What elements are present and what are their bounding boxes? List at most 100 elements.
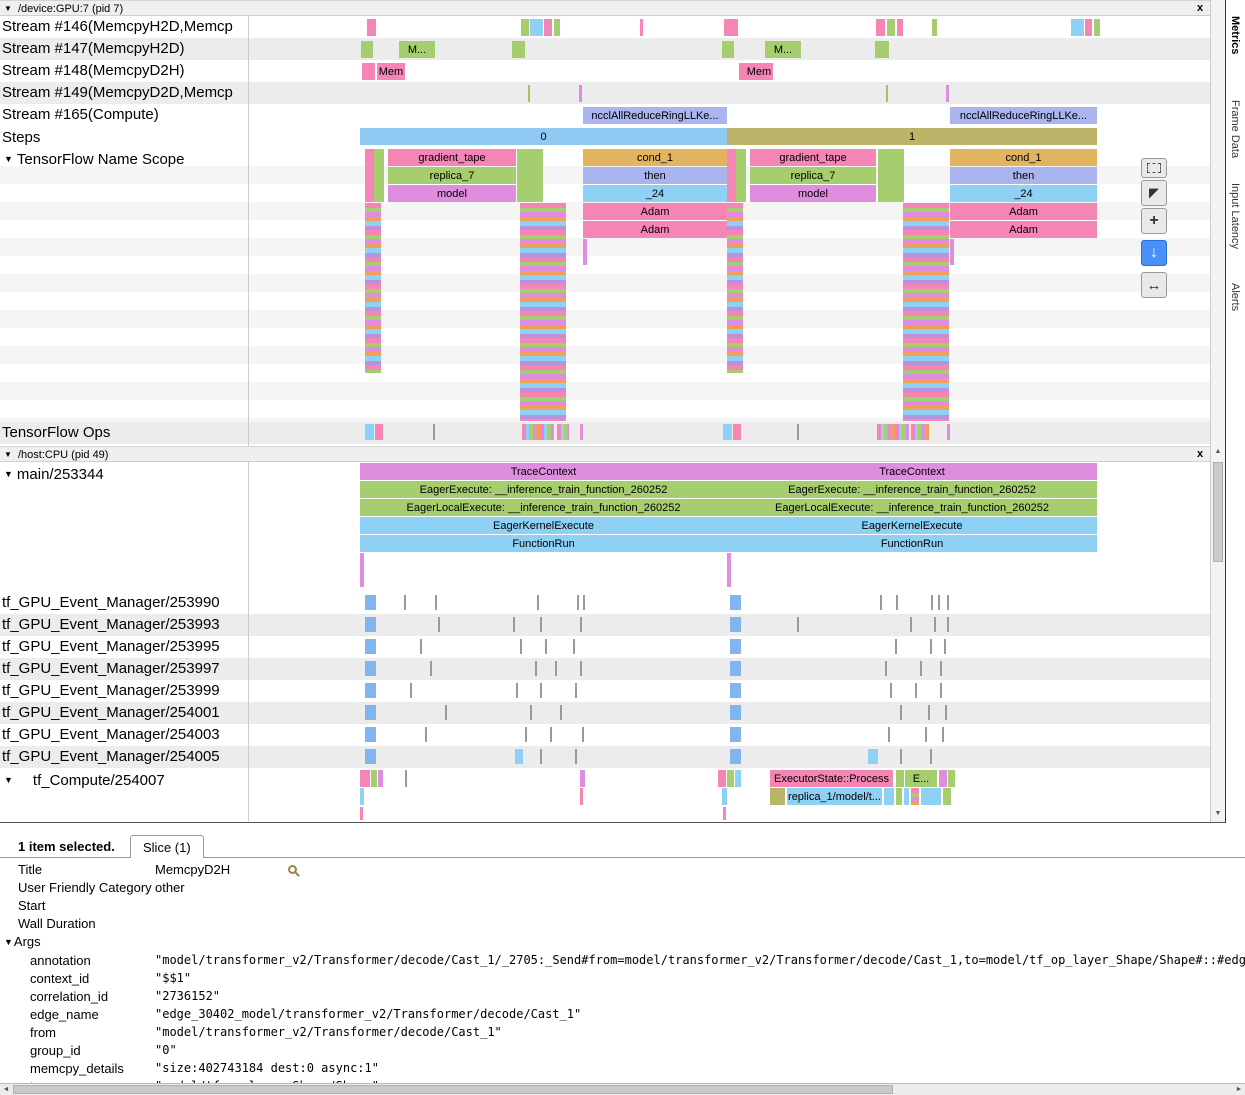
slice[interactable] xyxy=(735,770,741,787)
slice[interactable] xyxy=(885,661,887,676)
slice[interactable] xyxy=(573,639,575,654)
slice[interactable] xyxy=(770,788,785,805)
slice-1[interactable]: 1 xyxy=(727,128,1097,145)
slice[interactable] xyxy=(517,149,543,202)
slice[interactable] xyxy=(730,595,741,610)
slice-adam[interactable]: Adam xyxy=(950,221,1097,238)
slice-eagerlocalexecute-inference-train-function-260252[interactable]: EagerLocalExecute: __inference_train_fun… xyxy=(727,499,1097,516)
slice[interactable] xyxy=(890,683,892,698)
slice-eagerkernelexecute[interactable]: EagerKernelExecute xyxy=(727,517,1097,534)
slice[interactable] xyxy=(730,661,741,676)
scroll-left-icon[interactable]: ◄ xyxy=(0,1084,12,1095)
slice[interactable] xyxy=(580,770,585,787)
host-section-header[interactable]: ▼ /host:CPU (pid 49) x xyxy=(0,446,1210,462)
slice[interactable] xyxy=(365,661,376,676)
slice[interactable] xyxy=(535,661,537,676)
slice[interactable] xyxy=(360,807,363,820)
slice[interactable] xyxy=(530,19,543,36)
slice[interactable] xyxy=(512,41,525,58)
slice[interactable] xyxy=(736,149,746,202)
slice[interactable] xyxy=(947,424,950,440)
slice[interactable] xyxy=(915,683,917,698)
slice[interactable] xyxy=(880,595,882,610)
slice[interactable] xyxy=(921,788,941,805)
group-tensorflow-name-scope[interactable]: ▼TensorFlow Name Scope xyxy=(4,151,185,168)
slice[interactable] xyxy=(521,19,529,36)
slice[interactable] xyxy=(557,424,569,440)
slice[interactable] xyxy=(513,617,515,632)
collapse-icon[interactable]: ▼ xyxy=(4,4,12,13)
slice[interactable] xyxy=(730,705,741,720)
collapse-icon[interactable]: ▼ xyxy=(4,937,13,947)
slice-functionrun[interactable]: FunctionRun xyxy=(360,535,727,552)
timeline-canvas[interactable]: M...M...MemMemncclAllReduceRingLLKe...nc… xyxy=(0,0,1210,823)
slice[interactable] xyxy=(900,705,902,720)
slice[interactable] xyxy=(944,639,946,654)
slice[interactable] xyxy=(365,727,376,742)
slice-eagerlocalexecute-inference-train-function-260252[interactable]: EagerLocalExecute: __inference_train_fun… xyxy=(360,499,727,516)
slice[interactable] xyxy=(947,617,949,632)
args-section-header[interactable]: ▼Args xyxy=(0,932,1245,951)
vertical-scrollbar[interactable]: ▲ ▼ xyxy=(1210,0,1225,823)
slice[interactable] xyxy=(727,203,743,373)
slice[interactable] xyxy=(730,727,741,742)
slice[interactable] xyxy=(1071,19,1084,36)
slice[interactable] xyxy=(362,63,375,80)
slice[interactable] xyxy=(895,639,897,654)
timing-tool-button[interactable]: ↔ xyxy=(1141,272,1167,298)
slice[interactable] xyxy=(425,727,427,742)
slice-mem[interactable]: Mem xyxy=(745,63,773,80)
trace-timeline[interactable]: M...M...MemMemncclAllReduceRingLLKe...nc… xyxy=(0,0,1225,823)
slice[interactable] xyxy=(575,683,577,698)
close-icon[interactable]: x xyxy=(1192,1,1208,16)
slice-m[interactable]: M... xyxy=(765,41,801,58)
slice[interactable] xyxy=(360,553,364,587)
slice[interactable] xyxy=(718,770,726,787)
slice[interactable] xyxy=(928,705,930,720)
collapse-icon[interactable]: ▼ xyxy=(4,450,12,459)
slice-adam[interactable]: Adam xyxy=(950,203,1097,220)
slice[interactable] xyxy=(886,85,888,102)
scrollbar-thumb[interactable] xyxy=(1213,462,1223,562)
slice[interactable] xyxy=(371,770,377,787)
slice-functionrun[interactable]: FunctionRun xyxy=(727,535,1097,552)
slice[interactable] xyxy=(580,661,582,676)
slice[interactable] xyxy=(1085,19,1092,36)
slice[interactable] xyxy=(722,788,727,805)
slice[interactable] xyxy=(365,595,376,610)
slice-ncclallreduceringllke[interactable]: ncclAllReduceRingLLKe... xyxy=(950,107,1097,124)
slice-ncclallreduceringllke[interactable]: ncclAllReduceRingLLKe... xyxy=(583,107,727,124)
slice[interactable] xyxy=(374,149,384,202)
slice[interactable] xyxy=(360,770,370,787)
slice[interactable] xyxy=(365,203,381,373)
slice[interactable] xyxy=(730,683,741,698)
slice-replica-7[interactable]: replica_7 xyxy=(750,167,876,184)
slice[interactable] xyxy=(950,239,954,265)
slice[interactable] xyxy=(931,595,933,610)
slice[interactable] xyxy=(405,770,407,787)
slice[interactable] xyxy=(545,639,547,654)
slice-tracecontext[interactable]: TraceContext xyxy=(360,463,727,480)
collapse-icon[interactable]: ▼ xyxy=(4,154,13,164)
slice[interactable] xyxy=(525,727,527,742)
zoom-tool-button[interactable]: ↓ xyxy=(1141,240,1167,266)
slice[interactable] xyxy=(896,788,902,805)
group-tf-compute[interactable]: ▼tf_Compute/254007 xyxy=(4,772,165,789)
slice-eagerexecute-inference-train-function-260252[interactable]: EagerExecute: __inference_train_function… xyxy=(360,481,727,498)
slice[interactable] xyxy=(375,424,383,440)
slice[interactable] xyxy=(903,203,949,421)
slice[interactable] xyxy=(723,424,732,440)
slice[interactable] xyxy=(530,705,532,720)
slice-replica-1-model-t[interactable]: replica_1/model/t... xyxy=(787,788,882,805)
slice[interactable] xyxy=(943,788,951,805)
slice[interactable] xyxy=(361,41,373,58)
slice[interactable] xyxy=(420,639,422,654)
slice-mem[interactable]: Mem xyxy=(377,63,405,80)
slice-then[interactable]: then xyxy=(583,167,727,184)
slice-then[interactable]: then xyxy=(950,167,1097,184)
slice[interactable] xyxy=(930,749,932,764)
slice[interactable] xyxy=(540,683,542,698)
slice[interactable] xyxy=(365,617,376,632)
slice[interactable] xyxy=(577,595,579,610)
group-main-thread[interactable]: ▼main/253344 xyxy=(4,466,104,483)
